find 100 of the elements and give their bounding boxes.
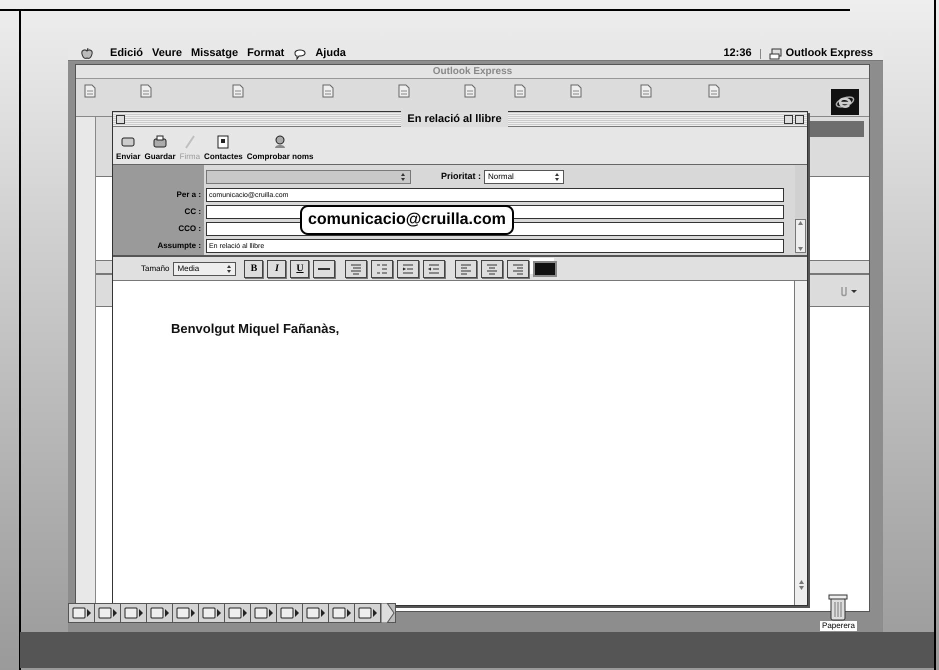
field-label: CCO : [178,223,201,235]
priority-dropdown[interactable]: Normal [484,170,564,184]
help-balloon-icon [293,48,308,60]
dropdown-arrows-icon [400,171,406,183]
format-button[interactable] [397,260,420,278]
triangle-icon [113,609,117,617]
color-swatch[interactable] [533,260,558,276]
square-icon [332,606,346,620]
menu-item[interactable]: Format [247,47,284,62]
size-dropdown[interactable]: Media [173,262,236,276]
control-strip-item[interactable] [329,604,355,622]
control-strip-item[interactable] [147,604,173,622]
triangle-icon [321,609,325,617]
menu-item[interactable]: Ajuda [315,47,346,62]
triangle-icon [269,609,273,617]
application-menu[interactable]: Outlook Express [786,47,873,62]
document-icon [462,83,478,99]
control-strip-item[interactable] [303,604,329,622]
format-button[interactable]: I [267,260,286,278]
format-button[interactable] [507,260,530,278]
control-strip-item[interactable] [355,604,381,622]
document-icon [82,83,98,99]
triangle-icon [243,609,247,617]
square-icon [358,606,372,620]
document-icon [512,83,528,99]
priority-label: Prioritat : [441,170,482,184]
square-icon [228,606,242,620]
scroll-bar[interactable] [795,219,806,253]
square-icon [254,606,268,620]
square-icon [202,606,216,620]
control-strip-item[interactable] [173,604,199,622]
document-icon [396,83,412,99]
account-dropdown[interactable] [206,170,411,184]
control-strip-item[interactable] [225,604,251,622]
message-body[interactable]: Benvolgut Miquel Fañanàs, [113,281,795,605]
triangle-icon [191,609,195,617]
window-title: Outlook Express [432,65,512,79]
document-icon [138,83,154,99]
menu-item[interactable]: Veure [152,47,182,62]
control-strip-item[interactable] [277,604,303,622]
triangle-icon [347,609,351,617]
dropdown-arrows-icon [226,262,232,274]
triangle-icon [373,609,377,617]
up-arrow-icon [797,220,804,226]
menu-item[interactable]: Edició [110,47,144,62]
scroll-bar[interactable] [795,281,807,605]
format-button[interactable]: U [290,260,310,278]
zoom-box[interactable] [784,114,793,124]
square-icon [98,606,112,620]
triangle-icon [87,609,91,617]
control-strip-item[interactable] [199,604,225,622]
control-strip-item[interactable] [251,604,277,622]
format-button[interactable] [371,260,394,278]
triangle-icon [295,609,299,617]
window-title: En relació al llibre [401,110,508,128]
format-button[interactable] [481,260,504,278]
triangle-icon [165,609,169,617]
square-icon [306,606,320,620]
printer-icon [152,134,168,150]
format-button[interactable] [345,260,368,278]
close-box[interactable] [116,114,125,124]
trash-label: Paperera [820,621,857,631]
field-label: Per a : [176,189,201,201]
document-icon [230,83,246,99]
triangle-icon [217,609,221,617]
toolbar-button[interactable]: Contactes [204,134,243,161]
body-text: Benvolgut Miquel Fañanàs, [171,320,340,338]
square-icon [176,606,190,620]
document-icon [638,83,654,99]
triangle-icon [139,609,143,617]
format-button[interactable] [455,260,478,278]
document-icon [568,83,584,99]
address-book-icon [215,134,232,150]
format-button[interactable]: B [244,260,264,278]
horizontal-rule-icon [318,268,330,270]
down-arrow-icon [797,246,804,252]
format-button[interactable] [423,260,446,278]
field-label: CC : [184,206,201,218]
browser-logo-icon [831,89,859,115]
menu-item[interactable]: Missatge [190,47,238,62]
toolbar-button[interactable]: Comprobar noms [246,134,314,161]
square-icon [280,606,294,620]
size-label: Tamaño [141,262,170,274]
control-strip-item[interactable] [95,604,121,622]
document-icon [706,83,722,99]
control-strip-item[interactable] [121,604,147,622]
field-label: Assumpte : [157,240,201,252]
apple-icon [80,48,94,60]
collapse-box[interactable] [795,114,804,124]
control-strip-item[interactable] [69,604,95,622]
format-button[interactable] [313,260,336,278]
square-icon [124,606,138,620]
clock: 12:36 [723,47,752,62]
document-icon [320,83,336,99]
square-icon [72,606,86,620]
square-icon [150,606,164,620]
callout: comunicacio@cruilla.com [300,205,514,235]
toolbar-button[interactable]: Enviar [116,134,140,161]
toolbar-button[interactable]: Guardar [144,134,176,161]
dropdown-arrows-icon [554,171,560,183]
